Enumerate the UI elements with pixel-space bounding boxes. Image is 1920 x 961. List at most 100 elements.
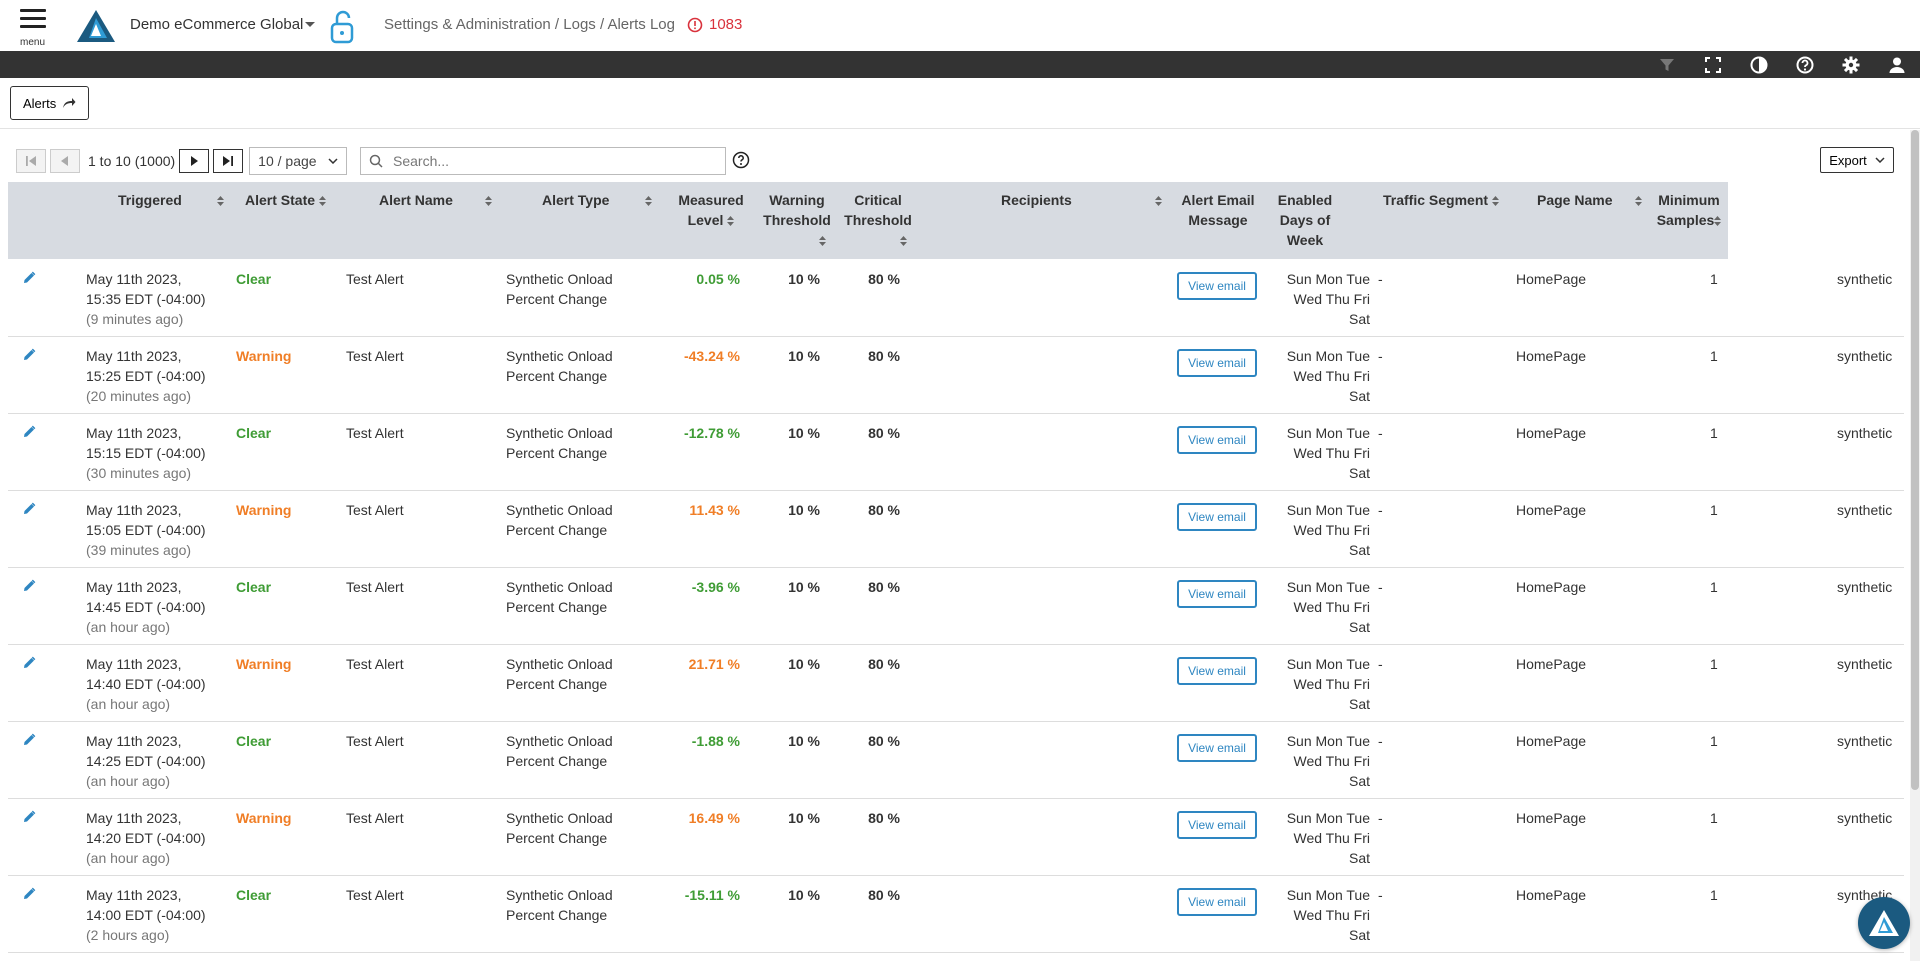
cell-measured-level: 21.71 %	[688, 656, 740, 672]
alert-type-line-1: Synthetic Onload	[506, 348, 613, 364]
col-critical-threshold[interactable]: Critical Threshold	[834, 190, 922, 250]
triggered-ago: (39 minutes ago)	[86, 542, 192, 558]
triggered-ago: (an hour ago)	[86, 773, 171, 789]
floating-brand-button[interactable]	[1858, 897, 1910, 949]
view-email-button[interactable]: View email	[1177, 349, 1257, 377]
col-triggered-label: Triggered	[118, 192, 182, 208]
cell-warning-threshold: 10 %	[788, 425, 820, 441]
alert-count-badge[interactable]: 1083	[687, 16, 742, 33]
col-minimum-samples[interactable]: Minimum Samples	[1656, 190, 1722, 230]
last-page-button[interactable]	[213, 149, 244, 173]
share-arrow-icon	[63, 98, 76, 108]
edit-pencil-icon[interactable]	[22, 810, 36, 827]
days-line-3: Sat	[1348, 927, 1370, 943]
col-recipients-sort-icon[interactable]	[1151, 190, 1162, 210]
cell-enabled-days: Sun Mon Tue Wed Thu Fri Sat	[1286, 423, 1370, 483]
triggered-date: May 11th 2023,	[86, 271, 182, 287]
cell-page-name: HomePage	[1516, 502, 1587, 518]
next-page-button[interactable]	[179, 149, 210, 173]
cell-triggered: May 11th 2023, 14:25 EDT (-04:00) (an hour…	[86, 731, 206, 791]
col-page-name-sort-icon[interactable]	[1631, 190, 1642, 210]
edit-pencil-icon[interactable]	[22, 502, 36, 519]
search-help-icon[interactable]	[732, 151, 750, 172]
menu-button[interactable]: menu	[20, 9, 50, 49]
cell-alert-type: Synthetic Onload Percent Change	[506, 654, 613, 694]
page-range: 1 to 10 (1000)	[88, 153, 176, 169]
sort-icon	[1714, 216, 1722, 227]
col-recipients[interactable]: Recipients	[1001, 190, 1072, 210]
edit-pencil-icon[interactable]	[22, 348, 36, 365]
col-alert-name[interactable]: Alert Name	[379, 190, 453, 210]
chevron-down-icon	[1875, 157, 1885, 163]
view-email-button[interactable]: View email	[1177, 272, 1257, 300]
alert-type-line-1: Synthetic Onload	[506, 425, 613, 441]
first-page-button[interactable]	[16, 149, 46, 173]
view-email-button[interactable]: View email	[1177, 580, 1257, 608]
user-icon[interactable]	[1887, 55, 1907, 75]
days-line-1: Sun Mon Tue	[1286, 579, 1370, 595]
cell-alert-state: Clear	[236, 579, 272, 595]
cell-source: synthetic	[1837, 271, 1893, 287]
edit-pencil-icon[interactable]	[22, 271, 36, 288]
cell-alert-state: Warning	[236, 656, 292, 672]
days-line-1: Sun Mon Tue	[1286, 348, 1370, 364]
alert-type-line-2: Percent Change	[506, 753, 608, 769]
org-name[interactable]: Demo eCommerce Global	[130, 16, 303, 33]
edit-pencil-icon[interactable]	[22, 887, 36, 904]
col-warning-threshold[interactable]: Warning Threshold	[753, 190, 841, 250]
col-measured-level[interactable]: Measured Level	[670, 190, 752, 230]
gear-icon[interactable]	[1841, 55, 1861, 75]
page-size-select[interactable]: 10 / page	[249, 147, 348, 175]
brand-logo-icon[interactable]	[77, 10, 115, 45]
cell-measured-level: -1.88 %	[691, 733, 740, 749]
col-enabled-days[interactable]: Enabled Days of Week	[1272, 190, 1338, 250]
cell-alert-state: Clear	[236, 425, 272, 441]
table-row: May 11th 2023, 14:00 EDT (-04:00) (2 hours…	[8, 876, 1904, 953]
view-email-button[interactable]: View email	[1177, 426, 1257, 454]
col-triggered[interactable]: Triggered	[118, 190, 182, 210]
col-triggered-sort-icon[interactable]	[213, 190, 224, 210]
view-email-button[interactable]: View email	[1177, 657, 1257, 685]
triggered-ago: (an hour ago)	[86, 619, 171, 635]
col-alert-state[interactable]: Alert State	[245, 190, 327, 210]
prev-page-icon	[61, 156, 68, 166]
col-enabled-days-label-1: Enabled	[1277, 192, 1333, 208]
search-input[interactable]	[391, 152, 705, 170]
alert-type-line-2: Percent Change	[506, 599, 608, 615]
view-email-button[interactable]: View email	[1177, 734, 1257, 762]
col-alert-type[interactable]: Alert Type	[542, 190, 609, 210]
alert-type-line-1: Synthetic Onload	[506, 656, 613, 672]
edit-pencil-icon[interactable]	[22, 579, 36, 596]
days-line-1: Sun Mon Tue	[1286, 656, 1370, 672]
table-row: May 11th 2023, 15:35 EDT (-04:00) (9 minut…	[8, 260, 1904, 337]
edit-pencil-icon[interactable]	[22, 733, 36, 750]
cell-traffic-segment: -	[1378, 887, 1383, 903]
filter-icon[interactable]	[1657, 55, 1677, 75]
table-row: May 11th 2023, 14:20 EDT (-04:00) (an hour…	[8, 799, 1904, 876]
col-page-name[interactable]: Page Name	[1537, 190, 1612, 210]
scrollbar-thumb[interactable]	[1911, 130, 1919, 790]
export-button[interactable]: Export	[1820, 147, 1894, 173]
help-icon[interactable]	[1795, 55, 1815, 75]
alerts-button[interactable]: Alerts	[10, 86, 90, 120]
org-dropdown-caret-icon[interactable]	[305, 22, 315, 27]
contrast-icon[interactable]	[1749, 55, 1769, 75]
triggered-date: May 11th 2023,	[86, 887, 182, 903]
unlock-icon[interactable]	[329, 10, 355, 47]
col-alert-name-sort-icon[interactable]	[481, 190, 492, 210]
fullscreen-icon[interactable]	[1703, 55, 1723, 75]
col-alert-type-sort-icon[interactable]	[641, 190, 652, 210]
prev-page-button[interactable]	[50, 149, 80, 173]
view-email-button[interactable]: View email	[1177, 811, 1257, 839]
col-traffic-segment-label: Traffic Segment	[1383, 192, 1489, 208]
cell-measured-level: -12.78 %	[683, 425, 740, 441]
cell-alert-state: Clear	[236, 887, 272, 903]
cell-enabled-days: Sun Mon Tue Wed Thu Fri Sat	[1286, 731, 1370, 791]
view-email-button[interactable]: View email	[1177, 503, 1257, 531]
edit-pencil-icon[interactable]	[22, 656, 36, 673]
edit-pencil-icon[interactable]	[22, 425, 36, 442]
cell-source: synthetic	[1837, 733, 1893, 749]
col-alert-email[interactable]: Alert Email Message	[1175, 190, 1261, 230]
col-traffic-segment[interactable]: Traffic Segment	[1383, 190, 1500, 210]
view-email-button[interactable]: View email	[1177, 888, 1257, 916]
